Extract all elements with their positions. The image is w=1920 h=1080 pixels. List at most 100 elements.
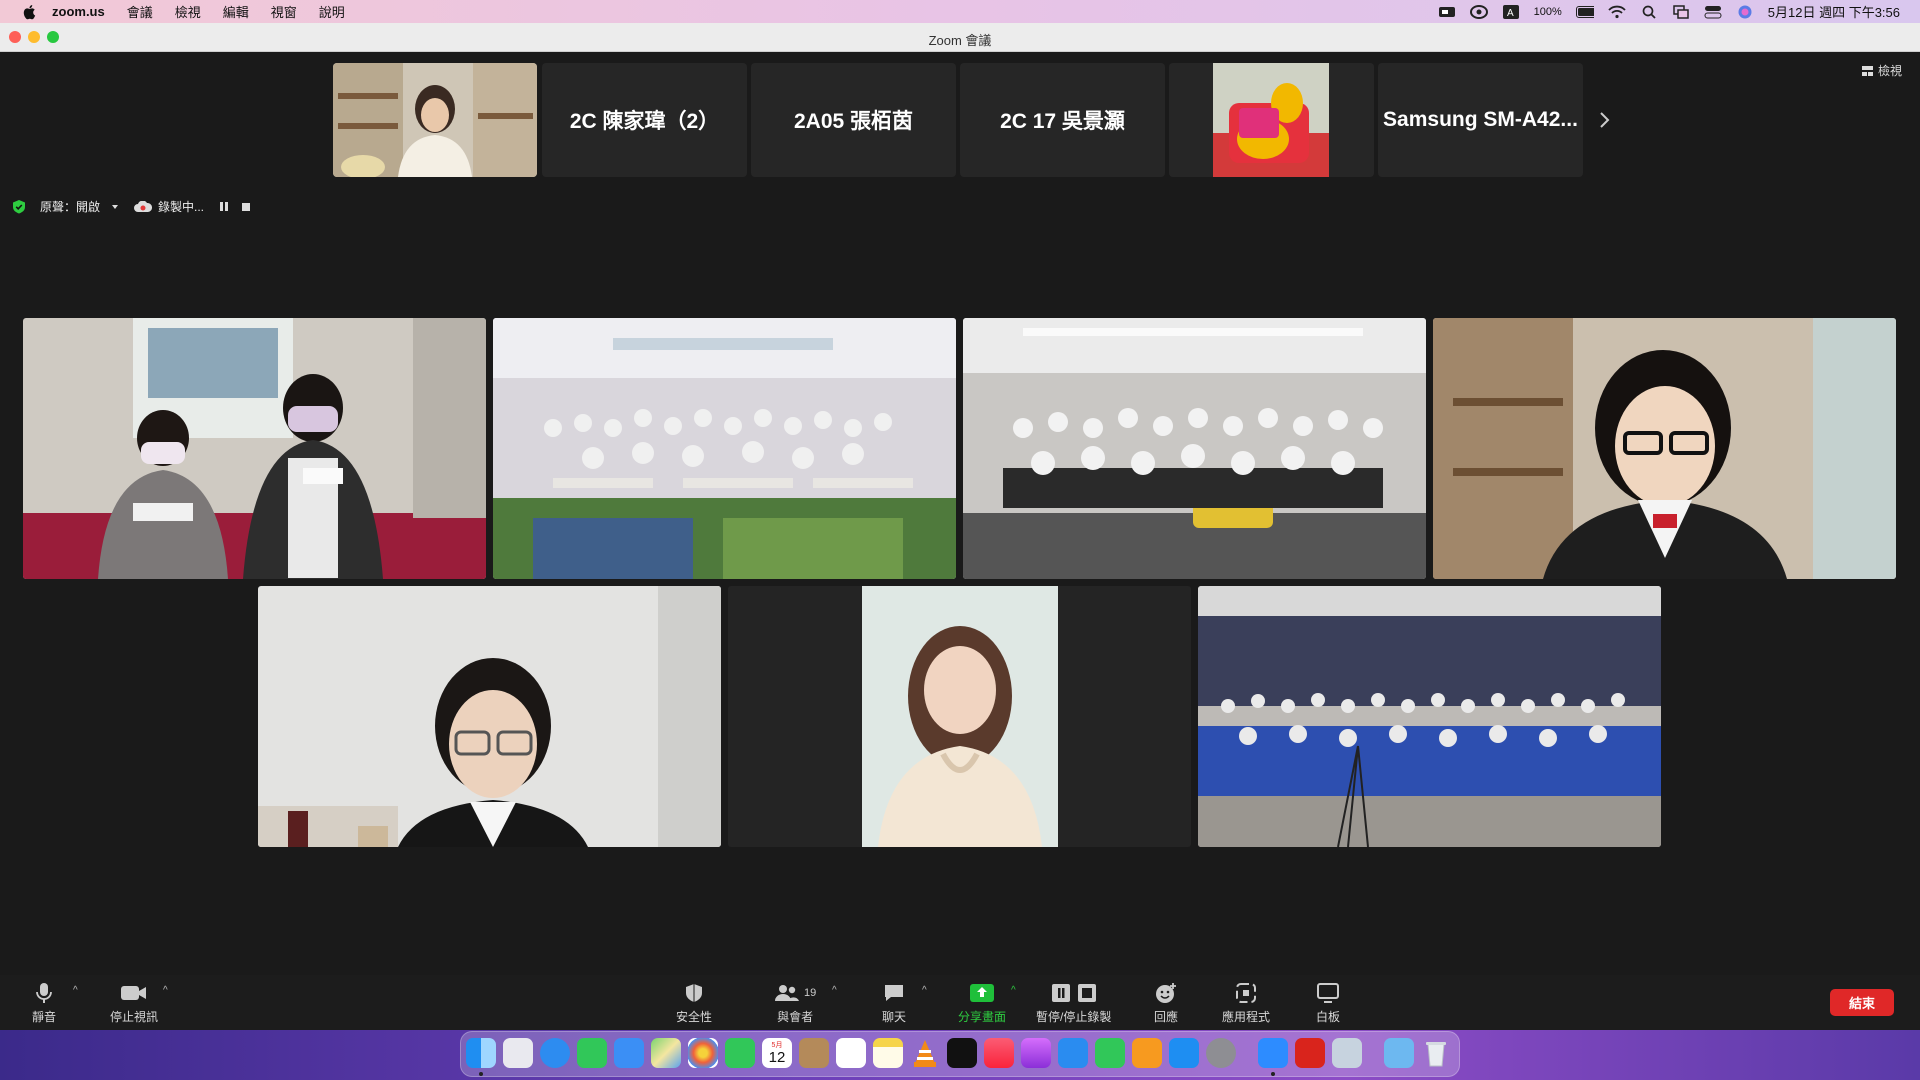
thumbnail-participant-samsung[interactable]: Samsung SM-A42... (1378, 63, 1583, 177)
calendar-icon[interactable]: 5月 12 (762, 1038, 792, 1068)
screen-mirroring-icon[interactable] (1672, 4, 1690, 19)
video-tile-classroom-b[interactable] (963, 318, 1426, 579)
mute-button[interactable]: 靜音 (32, 981, 56, 1025)
video-tile-auditorium[interactable] (1198, 586, 1661, 847)
zoom-icon[interactable] (1258, 1038, 1288, 1068)
share-screen-icon (970, 984, 994, 1002)
participant-video (493, 318, 956, 579)
spotlight-search-icon[interactable] (1640, 5, 1658, 19)
mac-dock: 5月 12 (460, 1031, 1460, 1077)
cloud-record-icon (134, 200, 153, 212)
thumbnail-video-teacher[interactable] (333, 63, 537, 177)
menu-clock[interactable]: 5月12日 週四 下午3:56 (1768, 2, 1900, 21)
video-tile-teacher-woman[interactable] (728, 586, 1191, 847)
siri-icon[interactable] (1736, 5, 1754, 19)
emoji-plus-icon (1156, 983, 1176, 1003)
facetime-icon[interactable] (725, 1038, 755, 1068)
menu-app-name[interactable]: zoom.us (52, 4, 105, 19)
whiteboard-icon (1317, 983, 1339, 1003)
apple-tv-icon[interactable] (947, 1038, 977, 1068)
contacts-icon[interactable] (799, 1038, 829, 1068)
video-tile-student-room[interactable] (258, 586, 721, 847)
stop-video-button[interactable]: 停止視訊 (110, 981, 158, 1025)
svg-text:A: A (1507, 8, 1514, 19)
stop-recording-icon[interactable] (242, 202, 251, 211)
menu-meeting[interactable]: 會議 (127, 2, 153, 21)
original-sound-status[interactable]: 原聲：開啟 (40, 198, 100, 215)
notes-icon[interactable] (873, 1038, 903, 1068)
launchpad-icon[interactable] (503, 1038, 533, 1068)
audio-options-caret-icon[interactable]: ^ (73, 985, 78, 996)
thumbnail-participant-2c-chan[interactable]: 2C 陳家瑋（2） (542, 63, 747, 177)
music-icon[interactable] (984, 1038, 1014, 1068)
whiteboard-label: 白板 (1316, 1010, 1341, 1024)
pause-stop-recording-label: 暫停/停止錄製 (1036, 1010, 1112, 1024)
chevron-right-icon[interactable] (1598, 110, 1612, 130)
meeting-status-bar: 原聲：開啟 錄製中... (12, 198, 251, 215)
thumbnail-participant-2a05[interactable]: 2A05 張栢茵 (751, 63, 956, 177)
messages-icon[interactable] (577, 1038, 607, 1068)
video-tile-students-presenting[interactable] (23, 318, 486, 579)
share-options-caret-icon[interactable]: ^ (1011, 985, 1016, 996)
video-options-caret-icon[interactable]: ^ (163, 985, 168, 996)
wifi-icon[interactable] (1608, 5, 1626, 19)
chat-button[interactable]: 聊天 (882, 981, 906, 1025)
apps-button[interactable]: 應用程式 (1222, 981, 1270, 1025)
whiteboard-button[interactable]: 白板 (1316, 981, 1340, 1025)
creative-cloud-icon[interactable] (1469, 4, 1488, 19)
caret-down-icon[interactable] (112, 204, 119, 209)
photos-icon[interactable] (688, 1038, 718, 1068)
participant-name: 2C 陳家瑋（2） (569, 110, 720, 133)
participant-video (333, 63, 537, 177)
safari-icon[interactable] (540, 1038, 570, 1068)
participants-label: 與會者 (777, 1010, 814, 1024)
security-button[interactable]: 安全性 (676, 981, 712, 1025)
apple-icon[interactable] (22, 4, 36, 20)
thumbnail-video-toy[interactable] (1169, 63, 1374, 177)
participants-options-caret-icon[interactable]: ^ (832, 985, 837, 996)
participant-video (1169, 63, 1374, 177)
window-title-bar: Zoom 會議 (0, 23, 1920, 52)
thumbnail-participant-2c17[interactable]: 2C 17 吳景灝 (960, 63, 1165, 177)
menu-view[interactable]: 檢視 (175, 2, 201, 21)
system-preferences-icon[interactable] (1206, 1038, 1236, 1068)
keynote-icon[interactable] (1058, 1038, 1088, 1068)
video-tile-classroom-a[interactable] (493, 318, 956, 579)
preview-icon[interactable] (1332, 1038, 1362, 1068)
video-tile-student-glasses[interactable] (1433, 318, 1896, 579)
podcasts-icon[interactable] (1021, 1038, 1051, 1068)
downloads-folder-icon[interactable] (1384, 1038, 1414, 1068)
menu-help[interactable]: 說明 (319, 2, 345, 21)
pause-recording-icon[interactable] (220, 202, 229, 211)
zoom-status-icon[interactable] (1438, 5, 1456, 19)
mute-label: 靜音 (32, 1010, 57, 1024)
pages-icon[interactable] (1132, 1038, 1162, 1068)
vlc-icon[interactable] (910, 1038, 940, 1068)
view-button[interactable]: 檢視 (1861, 62, 1902, 79)
control-center-icon[interactable] (1704, 5, 1722, 19)
maps-icon[interactable] (651, 1038, 681, 1068)
pause-stop-recording-button[interactable]: 暫停/停止錄製 (1036, 981, 1111, 1025)
reminders-icon[interactable] (836, 1038, 866, 1068)
end-meeting-button[interactable]: 結束 (1830, 989, 1894, 1016)
chat-options-caret-icon[interactable]: ^ (922, 985, 927, 996)
reactions-label: 回應 (1154, 1010, 1179, 1024)
reactions-button[interactable]: 回應 (1154, 981, 1178, 1025)
shield-check-icon[interactable] (12, 199, 26, 214)
participant-video (258, 586, 721, 847)
app-store-icon[interactable] (1169, 1038, 1199, 1068)
mac-menu-bar: zoom.us 會議 檢視 編輯 視窗 說明 A 100% 5月12日 週四 下… (0, 0, 1920, 23)
input-method-icon[interactable]: A (1502, 4, 1520, 19)
acrobat-icon[interactable] (1295, 1038, 1325, 1068)
share-screen-button[interactable]: 分享畫面 (958, 981, 1006, 1025)
mail-icon[interactable] (614, 1038, 644, 1068)
window-title: Zoom 會議 (928, 33, 992, 48)
finder-icon[interactable] (466, 1038, 496, 1068)
numbers-icon[interactable] (1095, 1038, 1125, 1068)
menu-window[interactable]: 視窗 (271, 2, 297, 21)
menu-edit[interactable]: 編輯 (223, 2, 249, 21)
battery-icon[interactable] (1575, 5, 1594, 19)
participants-button[interactable]: 19 與會者 (774, 981, 816, 1025)
battery-percent: 100% (1533, 5, 1562, 18)
trash-icon[interactable] (1421, 1038, 1451, 1068)
